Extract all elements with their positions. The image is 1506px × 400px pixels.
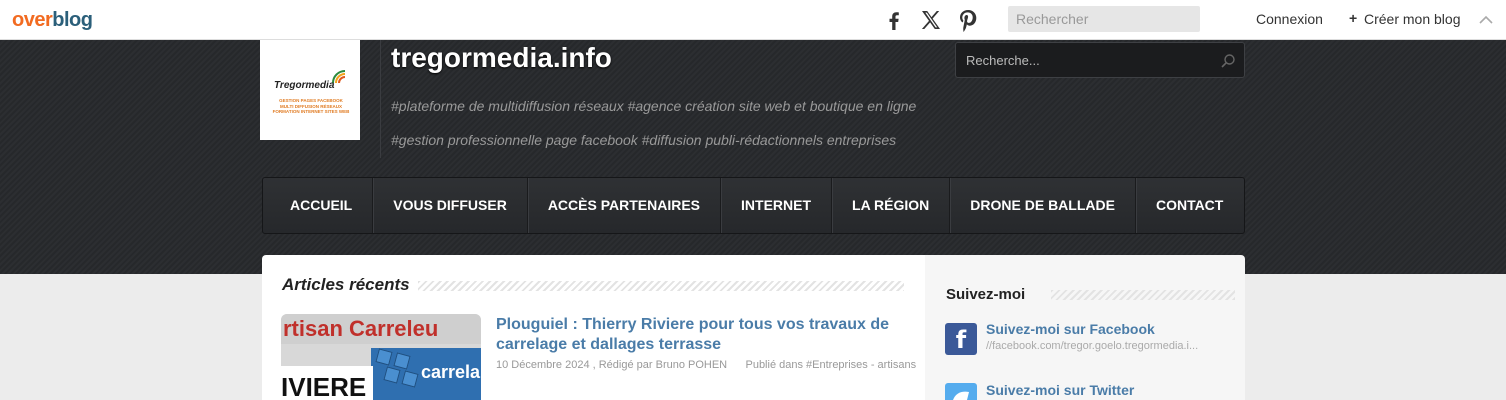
sidebar-hatch-decoration	[1051, 290, 1235, 300]
tagline-1: #plateforme de multidiffusion réseaux #a…	[391, 98, 917, 114]
sidebar: Suivez-moi f Suivez-moi sur Facebook //f…	[925, 255, 1245, 400]
article-title-link[interactable]: Plouguiel : Thierry Riviere pour tous vo…	[496, 315, 916, 355]
sidebar-follow-heading: Suivez-moi	[946, 286, 1026, 303]
article-date: 10 Décembre 2024	[496, 359, 590, 371]
nav-item-internet[interactable]: INTERNET	[721, 178, 833, 233]
logo-title: Tregormedia	[274, 80, 335, 91]
follow-twitter-link[interactable]: Suivez-moi sur Twitter	[986, 382, 1134, 398]
chevron-up-icon[interactable]	[1478, 12, 1494, 28]
logo-subtitle: GESTION PAGES FACEBOOK MULTI DIFFUSION R…	[272, 98, 350, 114]
nav-item-accueil[interactable]: ACCUEIL	[263, 178, 374, 233]
heading-hatch-decoration	[418, 281, 904, 291]
login-link[interactable]: Connexion	[1256, 11, 1323, 27]
create-blog-link[interactable]: Créer mon blog	[1364, 11, 1461, 27]
logo-over-text: over	[12, 9, 53, 31]
article-category[interactable]: Publié dans #Entreprises - artisans	[745, 359, 916, 371]
header-divider	[380, 40, 381, 158]
thumb-text-riviere: IVIERE	[281, 372, 367, 400]
overblog-topbar: overblog Connexion + Créer mon blog	[0, 0, 1506, 40]
follow-facebook-url: //facebook.com/tregor.goelo.tregormedia.…	[986, 340, 1199, 352]
logo-blog-text: blog	[52, 9, 93, 31]
site-title[interactable]: tregormedia.info	[391, 42, 612, 74]
nav-item-drone-de-ballade[interactable]: DRONE DE BALLADE	[950, 178, 1136, 233]
main-content: Articles récents rtisan Carreleu IVIERE …	[262, 255, 925, 400]
plus-icon: +	[1349, 10, 1358, 26]
site-logo[interactable]: Tregormedia GESTION PAGES FACEBOOK MULTI…	[260, 40, 360, 140]
site-header: Tregormedia GESTION PAGES FACEBOOK MULTI…	[0, 40, 1506, 274]
thumb-text-artisan: rtisan Carreleu	[283, 316, 439, 341]
article-thumbnail[interactable]: rtisan Carreleu IVIERE carrela	[281, 314, 481, 400]
nav-item-acces-partenaires[interactable]: ACCÈS PARTENAIRES	[528, 178, 722, 233]
facebook-icon[interactable]: f	[945, 323, 977, 355]
search-icon[interactable]	[1220, 53, 1236, 69]
facebook-icon[interactable]	[882, 8, 906, 32]
tagline-2: #gestion professionnelle page facebook #…	[391, 132, 897, 148]
article-author: Rédigé par Bruno POHEN	[598, 359, 728, 371]
follow-facebook-link[interactable]: Suivez-moi sur Facebook	[986, 321, 1155, 337]
main-navigation: ACCUEIL VOUS DIFFUSER ACCÈS PARTENAIRES …	[262, 177, 1245, 234]
site-search	[955, 42, 1245, 78]
thumb-text-carrelage: carrela	[421, 362, 481, 382]
overblog-search-input[interactable]	[1008, 6, 1200, 32]
article-meta: 10 Décembre 2024 , Rédigé par Bruno POHE…	[496, 359, 917, 371]
nav-item-contact[interactable]: CONTACT	[1136, 178, 1243, 233]
recent-articles-heading: Articles récents	[282, 275, 410, 294]
overblog-logo[interactable]: overblog	[12, 9, 93, 32]
nav-item-la-region[interactable]: LA RÉGION	[832, 178, 951, 233]
twitter-icon[interactable]	[945, 383, 977, 400]
site-search-input[interactable]	[956, 43, 1206, 77]
x-twitter-icon[interactable]	[919, 8, 943, 32]
pinterest-icon[interactable]	[956, 8, 980, 32]
nav-item-vous-diffuser[interactable]: VOUS DIFFUSER	[373, 178, 528, 233]
